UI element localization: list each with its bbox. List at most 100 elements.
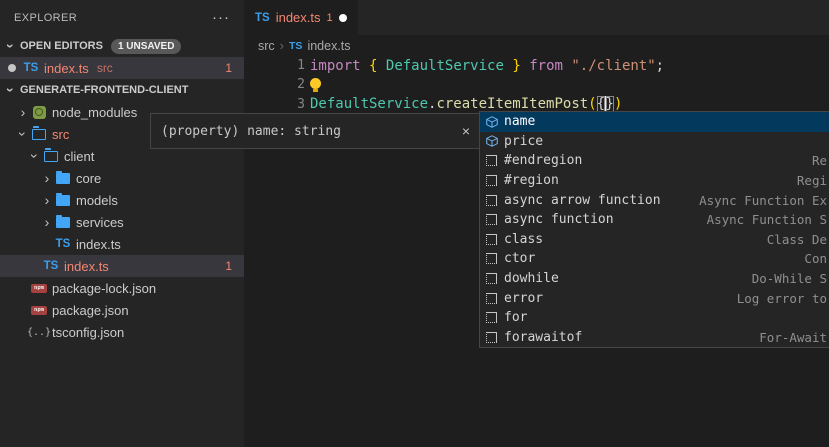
explorer-sidebar: EXPLORER ··· › OPEN EDITORS 1 UNSAVED TS… [0, 0, 244, 447]
lightbulb-icon[interactable] [310, 78, 321, 89]
tooltip-text: (property) name: string [161, 124, 341, 139]
suggest-item-detail: Con [804, 251, 827, 266]
suggest-item-label: dowhile [504, 271, 559, 286]
suggest-item-ctor[interactable]: ctor Con [480, 249, 829, 269]
suggest-item-label: #endregion [504, 153, 582, 168]
open-editor-file-path: src [97, 61, 113, 75]
tree-item-index-ts[interactable]: ›TSindex.ts [0, 233, 244, 255]
suggest-item--endregion[interactable]: #endregion Re [480, 151, 829, 171]
snippet-icon [483, 175, 500, 186]
breadcrumb-folder[interactable]: src [258, 39, 275, 53]
suggest-item-detail: Regi [797, 173, 827, 188]
suggest-item-label: forawaitof [504, 330, 582, 345]
tree-item-label: index.ts [76, 237, 121, 252]
npm-icon: npm [30, 284, 48, 293]
tree-item-index-ts[interactable]: ›TSindex.ts1 [0, 255, 244, 277]
breadcrumb: src › TS index.ts [244, 35, 829, 56]
code-token [377, 58, 385, 74]
tree-item-package-lock-json[interactable]: ›npmpackage-lock.json [0, 277, 244, 299]
suggest-item-label: #region [504, 173, 559, 188]
tree-item-label: node_modules [52, 105, 137, 120]
code-editor[interactable]: 1import { DefaultService } from "./clien… [244, 56, 829, 114]
folder-icon [54, 173, 72, 184]
typescript-icon: TS [289, 40, 302, 52]
suggest-item-detail: For-Await [759, 330, 827, 345]
suggest-item-forawaitof[interactable]: forawaitof For-Await [480, 328, 829, 348]
tree-item-label: package.json [52, 303, 129, 318]
chevron-down-icon: › [16, 127, 30, 141]
workspace-header[interactable]: › GENERATE-FRONTEND-CLIENT [0, 79, 244, 101]
suggest-item-price[interactable]: price [480, 132, 829, 152]
tree-item-label: index.ts [64, 259, 109, 274]
code-token: "./client" [571, 58, 655, 74]
chevron-right-icon: › [40, 193, 54, 207]
workspace-label: GENERATE-FRONTEND-CLIENT [20, 84, 188, 96]
snippet-icon [483, 234, 500, 245]
line-number: 3 [244, 97, 310, 112]
suggest-item-label: error [504, 291, 543, 306]
tree-item-label: package-lock.json [52, 281, 156, 296]
suggest-item-class[interactable]: classClass De [480, 230, 829, 250]
vscode-window: { "colors": { "accent_blue": "#04395e", … [0, 0, 829, 447]
suggest-item-label: name [504, 114, 535, 129]
suggest-item-async-arrow-function[interactable]: async arrow functionAsync Function Ex [480, 190, 829, 210]
tree-item-services[interactable]: ›services [0, 211, 244, 233]
more-actions-icon[interactable]: ··· [212, 9, 230, 26]
tree-item-package-json[interactable]: ›npmpackage.json [0, 299, 244, 321]
tree-item-label: src [52, 127, 69, 142]
tab-label: index.ts [276, 10, 321, 25]
tree-item-label: services [76, 215, 124, 230]
hover-tooltip: (property) name: string × [150, 113, 481, 149]
folder-open-icon [30, 129, 48, 140]
code-line-2[interactable]: 2 [244, 75, 829, 94]
tree-item-models[interactable]: ›models [0, 189, 244, 211]
tab-index-ts[interactable]: TS index.ts 1 [244, 0, 358, 35]
snippet-icon [483, 293, 500, 304]
code-token [521, 58, 529, 74]
open-editors-header[interactable]: › OPEN EDITORS 1 UNSAVED [0, 35, 244, 57]
suggest-item-label: ctor [504, 251, 535, 266]
error-count-badge: 1 [225, 259, 232, 273]
code-token: ) [614, 96, 622, 112]
suggest-item-detail: Re [812, 153, 827, 168]
tree-item-label: tsconfig.json [52, 325, 124, 340]
code-text: DefaultService.createItemItemPost({}) [310, 96, 622, 112]
code-text: import { DefaultService } from "./client… [310, 58, 664, 74]
suggest-item-error[interactable]: errorLog error to [480, 288, 829, 308]
suggest-item-label: async function [504, 212, 614, 227]
open-editor-item-index-ts[interactable]: TS index.ts src 1 [0, 57, 244, 79]
code-line-1[interactable]: 1import { DefaultService } from "./clien… [244, 56, 829, 75]
snippet-icon [483, 195, 500, 206]
code-token: } [606, 96, 614, 112]
folder-open-icon [42, 151, 60, 162]
code-token: } [512, 58, 520, 74]
suggest-item-label: async arrow function [504, 193, 661, 208]
close-icon[interactable]: × [462, 123, 470, 139]
npm-icon: npm [30, 306, 48, 315]
unsaved-badge: 1 UNSAVED [111, 39, 182, 54]
suggest-item-dowhile[interactable]: dowhileDo-While S [480, 269, 829, 289]
code-token: DefaultService [310, 96, 428, 112]
suggest-item--region[interactable]: #region Regi [480, 171, 829, 191]
suggest-item-async-function[interactable]: async functionAsync Function S [480, 210, 829, 230]
error-count-badge: 1 [225, 61, 232, 75]
tree-item-tsconfig-json[interactable]: ›{..}tsconfig.json [0, 321, 244, 343]
breadcrumb-file[interactable]: index.ts [307, 39, 350, 53]
suggest-item-name[interactable]: name [480, 112, 829, 132]
suggest-widget: name price#endregion Re #region Regi async ar… [479, 111, 829, 348]
code-token: from [529, 58, 563, 74]
open-editors-label: OPEN EDITORS [20, 40, 103, 52]
json-icon: {..} [30, 327, 48, 338]
line-number: 1 [244, 58, 310, 73]
unsaved-dot-icon[interactable] [339, 14, 347, 22]
folder-icon [54, 195, 72, 206]
tree-item-core[interactable]: ›core [0, 167, 244, 189]
typescript-icon: TS [54, 238, 72, 250]
suggest-item-for[interactable]: for [480, 308, 829, 328]
tab-bar: TS index.ts 1 [244, 0, 829, 35]
typescript-icon: TS [22, 62, 40, 74]
chevron-down-icon: › [28, 149, 42, 163]
snippet-icon [483, 332, 500, 343]
breadcrumb-separator-icon: › [280, 38, 284, 53]
tree-item-label: client [64, 149, 94, 164]
